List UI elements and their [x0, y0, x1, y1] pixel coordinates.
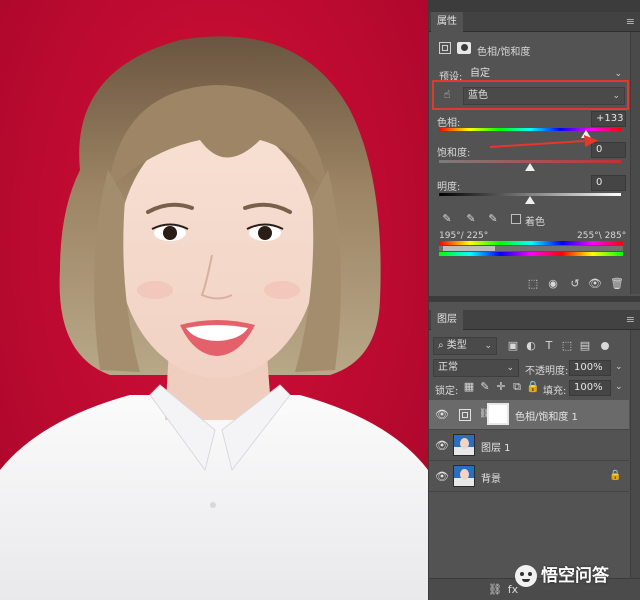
lock-icon: 🔒 — [609, 470, 622, 481]
saturation-label: 饱和度: — [437, 148, 471, 159]
document-canvas[interactable] — [0, 0, 428, 600]
eyedropper-plus-icon[interactable]: ✎ — [463, 211, 479, 227]
hue-label: 色相: — [437, 118, 461, 129]
chevron-down-icon: ⌄ — [612, 91, 620, 101]
annotation-arrow — [489, 135, 598, 148]
eyedropper-icon[interactable]: ✎ — [439, 211, 455, 227]
wukong-logo-icon — [515, 565, 537, 587]
fill-label: 填充: — [543, 386, 567, 397]
layer-list: 👁 ⛓ 色相/饱和度 1 👁 图层 1 👁 背景 🔒 — [429, 400, 629, 492]
adjustment-layer-icon — [459, 409, 471, 421]
filter-kind-value: 类型 — [446, 340, 467, 351]
clip-to-layer-icon[interactable]: ⬚ — [525, 276, 541, 292]
watermark-text: 悟空问答 — [541, 566, 609, 586]
layer-row-layer-1[interactable]: 👁 图层 1 — [429, 431, 629, 461]
properties-scrollbar[interactable] — [630, 32, 640, 294]
blend-mode-value: 正常 — [438, 362, 458, 373]
blend-mode-dropdown[interactable]: 正常 ⌄ — [433, 359, 519, 377]
visibility-eye-icon[interactable]: 👁 — [435, 470, 449, 484]
visibility-eye-icon[interactable]: 👁 — [587, 276, 603, 292]
output-color-bar — [439, 252, 623, 256]
layers-scrollbar[interactable] — [630, 330, 640, 586]
layer-mask-icon — [457, 42, 471, 54]
lock-all-icon[interactable]: 🔒 — [525, 379, 541, 395]
dock-top-strip — [429, 0, 640, 12]
saturation-slider-thumb[interactable] — [525, 163, 535, 171]
colorize-checkbox[interactable] — [511, 214, 521, 224]
channel-value: 蓝色 — [468, 90, 488, 101]
preset-value: 自定 — [470, 68, 490, 79]
colorize-label: 着色 — [525, 217, 545, 228]
lightness-input[interactable]: 0 — [591, 175, 626, 191]
layers-tabbar: 图层 ≡ — [429, 310, 640, 330]
lock-artboard-icon[interactable]: ⧉ — [509, 379, 525, 395]
filter-shape-icon[interactable]: ⬚ — [559, 338, 575, 354]
input-color-bar — [439, 241, 623, 245]
filter-toggle-icon[interactable] — [601, 342, 609, 350]
opacity-input[interactable]: 100% — [569, 360, 611, 376]
lightness-slider-thumb[interactable] — [525, 196, 535, 204]
fill-input[interactable]: 100% — [569, 380, 611, 396]
layer-thumbnail[interactable] — [453, 434, 475, 456]
layer-row-background[interactable]: 👁 背景 🔒 — [429, 462, 629, 492]
adjustment-title: 色相/饱和度 — [477, 47, 531, 58]
lock-image-icon[interactable]: ✎ — [477, 379, 493, 395]
layer-name[interactable]: 色相/饱和度 1 — [515, 408, 578, 423]
layer-row-hue-saturation[interactable]: 👁 ⛓ 色相/饱和度 1 — [429, 400, 629, 430]
panel-menu-icon[interactable]: ≡ — [626, 12, 635, 32]
trash-icon[interactable]: 🗑 — [609, 276, 625, 292]
filter-adjustment-icon[interactable]: ◐ — [523, 338, 539, 354]
layer-filter-dropdown[interactable]: ⌕ 类型 ⌄ — [433, 337, 497, 355]
lock-position-icon[interactable]: ✛ — [493, 379, 509, 395]
chevron-down-icon: ⌄ — [484, 341, 492, 351]
properties-tabbar: 属性 ≡ — [429, 12, 640, 32]
layer-mask-thumbnail[interactable] — [487, 403, 509, 425]
channel-dropdown[interactable]: 蓝色 ⌄ — [463, 87, 625, 105]
hue-input[interactable]: +133 — [591, 111, 626, 127]
chevron-down-icon: ⌄ — [506, 363, 514, 373]
panel-menu-icon[interactable]: ≡ — [626, 310, 635, 330]
panels-dock: 属性 ≡ 色相/饱和度 预设: 自定 ⌄ ☝ 蓝色 ⌄ 色相: +133 饱和度… — [428, 0, 640, 600]
layer-thumbnail[interactable] — [453, 465, 475, 487]
portrait-photo — [0, 36, 428, 600]
filter-smart-object-icon[interactable]: ▤ — [577, 338, 593, 354]
panel-divider — [429, 296, 640, 302]
reset-icon[interactable]: ↺ — [567, 276, 583, 292]
filter-pixel-icon[interactable]: ▣ — [505, 338, 521, 354]
targeted-adjustment-hand-icon[interactable]: ☝ — [439, 87, 455, 103]
tab-properties[interactable]: 属性 — [431, 12, 463, 32]
view-previous-state-icon[interactable]: ◉ — [545, 276, 561, 292]
range-left-label: 195°/ 225° — [439, 231, 489, 241]
visibility-eye-icon[interactable]: 👁 — [435, 408, 449, 422]
lightness-label: 明度: — [437, 182, 461, 193]
link-layers-icon[interactable]: ⛓ — [487, 582, 503, 598]
visibility-eye-icon[interactable]: 👁 — [435, 439, 449, 453]
layer-name[interactable]: 图层 1 — [481, 439, 511, 454]
search-icon: ⌕ — [438, 340, 447, 351]
range-selector[interactable] — [439, 246, 623, 251]
chevron-down-icon[interactable]: ⌄ — [615, 382, 623, 392]
hue-saturation-adjustment-icon — [439, 42, 451, 54]
lock-transparent-icon[interactable]: ▦ — [461, 379, 477, 395]
tab-layers[interactable]: 图层 — [431, 310, 463, 330]
opacity-label: 不透明度: — [525, 366, 569, 377]
lock-label: 锁定: — [435, 386, 459, 397]
eyedropper-minus-icon[interactable]: ✎ — [485, 211, 501, 227]
range-right-label: 255°\ 285° — [577, 231, 627, 241]
watermark: 悟空问答 — [515, 563, 639, 591]
layer-name[interactable]: 背景 — [481, 470, 501, 485]
chevron-down-icon[interactable]: ⌄ — [615, 362, 623, 372]
filter-type-icon[interactable]: T — [541, 338, 557, 354]
